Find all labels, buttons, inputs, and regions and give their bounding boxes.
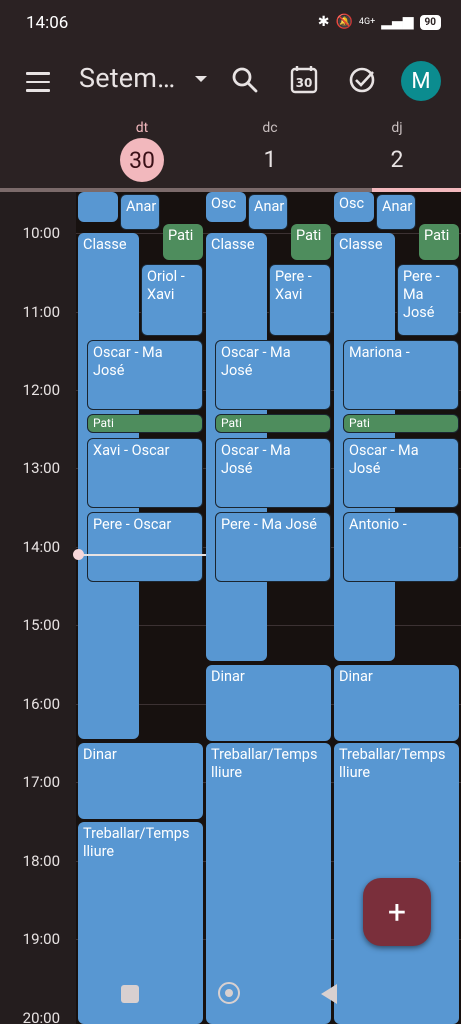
current-time-line	[78, 554, 206, 556]
event-pere-xavi[interactable]: Pere - Xavi	[269, 264, 331, 336]
event-treballar[interactable]: Treballar/Temps lliure	[78, 822, 203, 1024]
bluetooth-icon: ✱	[317, 14, 330, 30]
today-calendar-icon[interactable]: 30	[288, 64, 320, 96]
hour-label: 18:00	[22, 852, 60, 870]
event-block[interactable]	[78, 192, 118, 222]
event-oscar-ma-jose[interactable]: Oscar - Ma José	[343, 438, 459, 508]
event-pati[interactable]: Pati	[419, 224, 459, 260]
hour-label: 12:00	[22, 381, 60, 399]
event-pati[interactable]: Pati	[87, 414, 203, 433]
create-event-button[interactable]: +	[363, 878, 431, 946]
day-of-week-0: dt	[135, 120, 149, 136]
event-osc[interactable]: Osc	[206, 192, 246, 222]
event-antonio[interactable]: Antonio -	[343, 512, 459, 582]
hour-label: 17:00	[22, 773, 60, 791]
home-icon-dot	[225, 989, 233, 997]
event-pati[interactable]: Pati	[215, 414, 331, 433]
tasks-check-icon[interactable]	[346, 64, 378, 96]
event-dinar[interactable]: Dinar	[78, 743, 203, 819]
hour-label: 14:00	[22, 538, 60, 556]
hour-label: 13:00	[22, 459, 60, 477]
today-day-number[interactable]: 30	[120, 138, 164, 182]
month-title[interactable]: Setem…	[79, 62, 175, 94]
event-oriol-xavi[interactable]: Oriol - Xavi	[141, 264, 203, 336]
battery-icon: 90	[419, 14, 441, 30]
avatar[interactable]: M	[401, 61, 441, 101]
signal-icon: ▂▄▆	[381, 14, 414, 30]
hour-label: 15:00	[22, 616, 60, 634]
event-dinar[interactable]: Dinar	[334, 665, 459, 741]
day-of-week-2: dj	[391, 120, 403, 136]
event-osc[interactable]: Osc	[334, 192, 374, 222]
event-oscar-ma-jose[interactable]: Oscar - Ma José	[215, 438, 331, 508]
event-pere-ma-jose[interactable]: Pere - Ma José	[397, 264, 459, 336]
event-dinar[interactable]: Dinar	[206, 665, 331, 741]
event-anar[interactable]: Anar	[376, 194, 416, 230]
hour-label: 11:00	[22, 303, 60, 321]
event-pati[interactable]: Pati	[343, 414, 459, 433]
event-mariona[interactable]: Mariona -	[343, 340, 459, 410]
current-time-dot	[73, 549, 84, 560]
recent-apps-icon[interactable]	[121, 985, 139, 1003]
day-of-week-1: dc	[262, 120, 278, 136]
event-xavi-oscar[interactable]: Xavi - Oscar	[87, 438, 203, 508]
network-label: 4G+	[358, 17, 376, 27]
back-icon[interactable]	[321, 984, 337, 1004]
day-number-1[interactable]: 1	[240, 146, 300, 173]
mute-icon: 🔕	[335, 14, 353, 30]
status-icons: ✱ 🔕 4G+ ▂▄▆ 90	[318, 14, 441, 30]
event-anar[interactable]: Anar	[248, 194, 288, 230]
event-pati[interactable]: Pati	[291, 224, 331, 260]
event-oscar-ma-jose[interactable]: Oscar - Ma José	[87, 340, 203, 410]
svg-text:30: 30	[296, 76, 313, 90]
event-oscar-ma-jose[interactable]: Oscar - Ma José	[215, 340, 331, 410]
status-time: 14:06	[26, 13, 69, 33]
day-number-2[interactable]: 2	[367, 146, 427, 173]
menu-icon[interactable]	[26, 72, 50, 92]
hour-label: 16:00	[22, 695, 60, 713]
event-anar[interactable]: Anar	[120, 194, 160, 230]
hour-label: 20:00	[22, 1009, 60, 1024]
event-pati[interactable]: Pati	[163, 224, 203, 260]
hour-label: 10:00	[22, 224, 60, 242]
event-pere-ma-jose[interactable]: Pere - Ma José	[215, 512, 331, 582]
event-pere-oscar[interactable]: Pere - Oscar	[87, 512, 203, 582]
hour-label: 19:00	[22, 930, 60, 948]
chevron-down-icon[interactable]	[195, 76, 207, 82]
search-icon[interactable]	[229, 64, 261, 96]
